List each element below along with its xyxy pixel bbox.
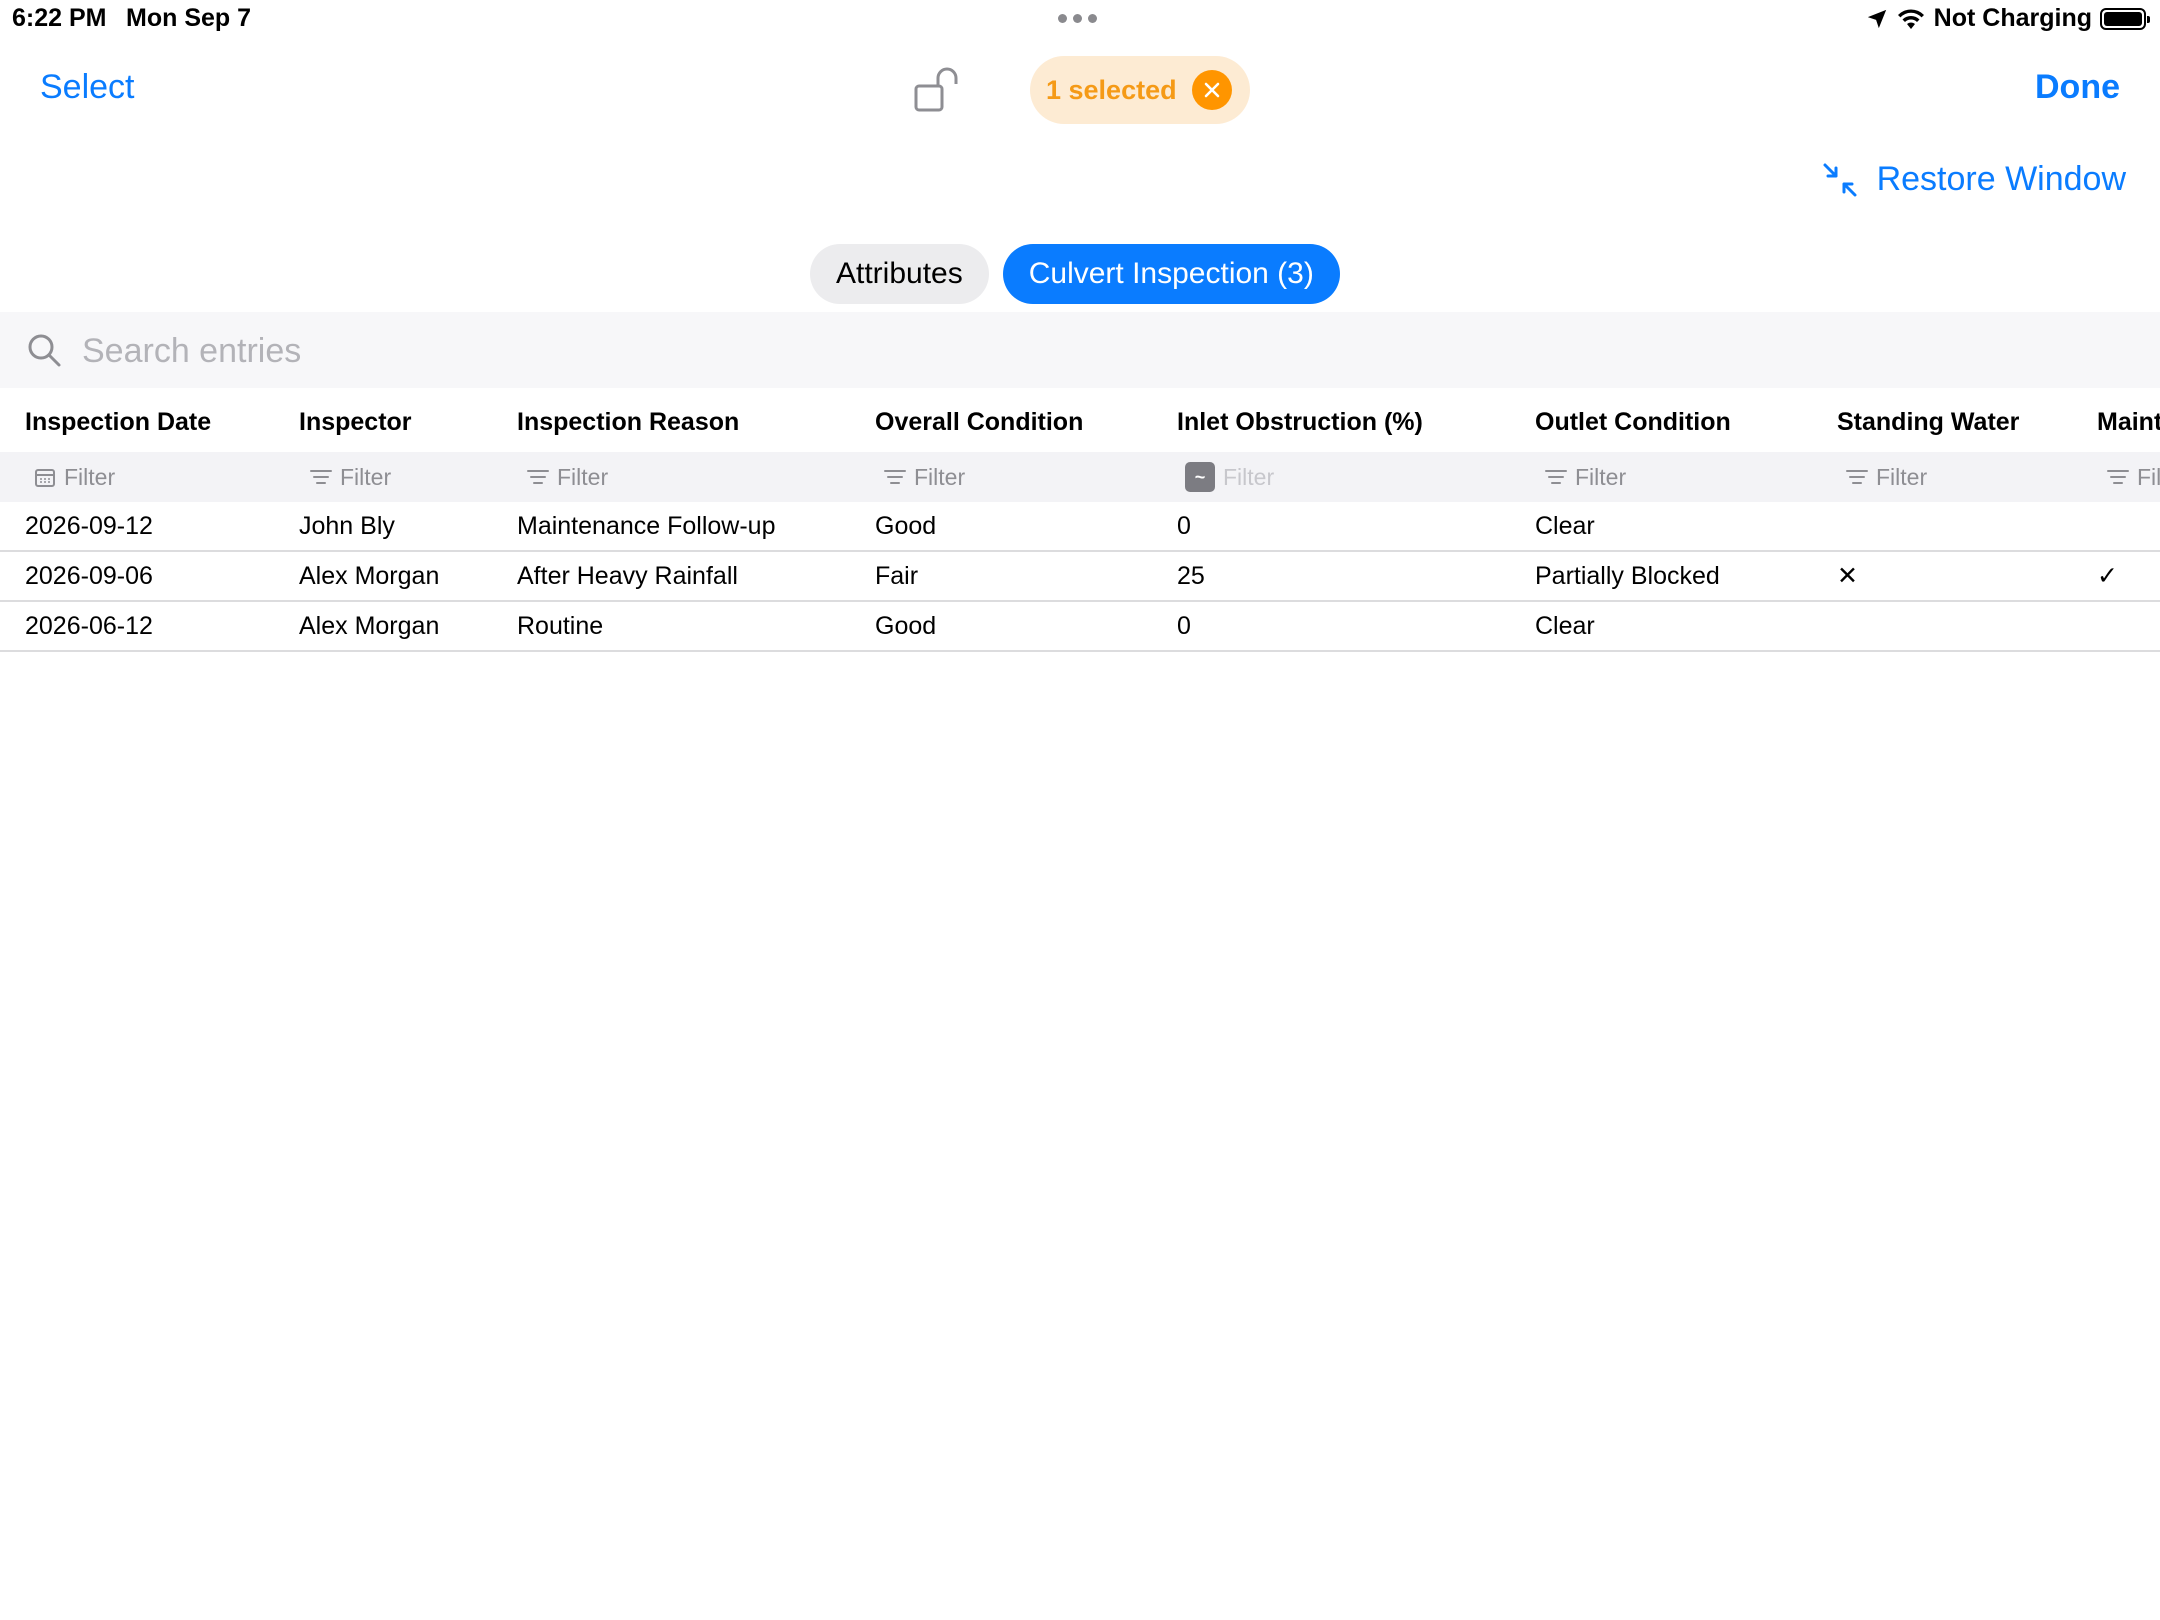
table-cell: Good <box>875 611 937 640</box>
table-cell: Routine <box>517 611 604 640</box>
search-bar <box>0 312 2160 388</box>
table-cell: 2026-09-12 <box>25 511 153 540</box>
table-cell: 25 <box>1177 561 1205 590</box>
table-cell: Clear <box>1535 511 1595 540</box>
filter-label: Filter <box>557 463 609 490</box>
filter-row: Filter Filter Filter Filter ~ Filter Fil… <box>0 452 2160 502</box>
filter-label: Filter <box>340 463 392 490</box>
filter-label: Fil <box>2137 463 2160 490</box>
table-cell: John Bly <box>299 511 395 540</box>
segmented-tabs: Attributes Culvert Inspection (3) <box>810 244 1340 304</box>
done-button[interactable]: Done <box>2035 68 2120 107</box>
column-header[interactable]: Overall Condition <box>875 392 1083 452</box>
restore-window-button[interactable]: Restore Window <box>1821 160 2126 199</box>
selection-pill[interactable]: 1 selected <box>1030 56 1250 124</box>
status-date: Mon Sep 7 <box>126 4 252 32</box>
table-cell: Partially Blocked <box>1535 561 1720 590</box>
condition-filter[interactable]: Filter <box>884 452 965 502</box>
table-cell: Good <box>875 511 937 540</box>
column-header[interactable]: Inspector <box>299 392 412 452</box>
table-cell: 2026-09-06 <box>25 561 153 590</box>
table-cell: Alex Morgan <box>299 561 440 590</box>
obstruction-filter[interactable]: ~ Filter <box>1185 452 1274 502</box>
standing-water-filter[interactable]: Filter <box>1846 452 1927 502</box>
table-cell: 2026-06-12 <box>25 611 153 640</box>
tab-culvert-inspection[interactable]: Culvert Inspection (3) <box>1002 244 1340 304</box>
filter-lines-icon <box>310 470 332 484</box>
column-header[interactable]: Inlet Obstruction (%) <box>1177 392 1423 452</box>
false-mark-icon: ✕ <box>1837 562 1858 590</box>
maint-filter[interactable]: Fil <box>2107 452 2160 502</box>
restore-window-label: Restore Window <box>1876 160 2126 198</box>
table-cell: 0 <box>1177 611 1191 640</box>
filter-lines-icon <box>1846 470 1868 484</box>
table-row[interactable]: 2026-09-12 John Bly Maintenance Follow-u… <box>0 502 2160 552</box>
table-cell: Alex Morgan <box>299 611 440 640</box>
column-header[interactable]: Standing Water <box>1837 392 2019 452</box>
charging-status: Not Charging <box>1933 4 2092 32</box>
search-input[interactable] <box>80 326 1084 376</box>
column-header[interactable]: Outlet Condition <box>1535 392 1731 452</box>
table-cell: After Heavy Rainfall <box>517 561 738 590</box>
table-row[interactable]: 2026-09-06 Alex Morgan After Heavy Rainf… <box>0 552 2160 602</box>
calendar-icon <box>35 469 55 487</box>
filter-lines-icon <box>1545 470 1567 484</box>
outlet-filter[interactable]: Filter <box>1545 452 1626 502</box>
table-cell: 0 <box>1177 511 1191 540</box>
tab-attributes[interactable]: Attributes <box>810 244 989 304</box>
table-cell: Clear <box>1535 611 1595 640</box>
entries-table: Inspection Date Inspector Inspection Rea… <box>0 392 2160 652</box>
search-icon <box>28 334 61 367</box>
selection-count: 1 selected <box>1046 74 1177 105</box>
filter-lines-icon <box>527 470 549 484</box>
reason-filter[interactable]: Filter <box>527 452 608 502</box>
filter-label: Filter <box>1575 463 1627 490</box>
checkmark-icon: ✓ <box>2097 562 2118 590</box>
table-cell: Fair <box>875 561 919 590</box>
approx-operator-icon[interactable]: ~ <box>1185 462 1215 492</box>
table-row[interactable]: 2026-06-12 Alex Morgan Routine Good 0 Cl… <box>0 602 2160 652</box>
column-header[interactable]: Inspection Reason <box>517 392 739 452</box>
date-filter[interactable]: Filter <box>34 452 115 502</box>
status-time: 6:22 PM <box>12 4 107 32</box>
inspector-filter[interactable]: Filter <box>310 452 391 502</box>
filter-label: Filter <box>914 463 966 490</box>
column-header[interactable]: Maint <box>2097 392 2160 452</box>
table-cell: Maintenance Follow-up <box>517 511 776 540</box>
filter-lines-icon <box>2107 470 2129 484</box>
clear-selection-icon[interactable] <box>1192 70 1232 110</box>
filter-label: Filter <box>64 463 116 490</box>
app-window: 6:22 PM Mon Sep 7 Not Charging Select 1 … <box>0 0 2160 1620</box>
unlock-icon[interactable] <box>912 66 964 114</box>
table-header-row: Inspection Date Inspector Inspection Rea… <box>0 392 2160 452</box>
location-arrow-icon <box>1867 9 1886 28</box>
multitasking-dots-icon[interactable] <box>1058 14 1097 23</box>
filter-lines-icon <box>884 470 906 484</box>
restore-window-icon <box>1823 163 1857 196</box>
column-header[interactable]: Inspection Date <box>25 392 211 452</box>
status-indicators: Not Charging <box>1866 4 2150 33</box>
filter-label: Filter <box>1876 463 1928 490</box>
wifi-icon <box>1897 8 1924 29</box>
battery-icon <box>2100 7 2150 30</box>
status-bar: 6:22 PM Mon Sep 7 Not Charging <box>0 0 2160 40</box>
filter-label: Filter <box>1223 463 1275 490</box>
select-button[interactable]: Select <box>40 68 135 107</box>
